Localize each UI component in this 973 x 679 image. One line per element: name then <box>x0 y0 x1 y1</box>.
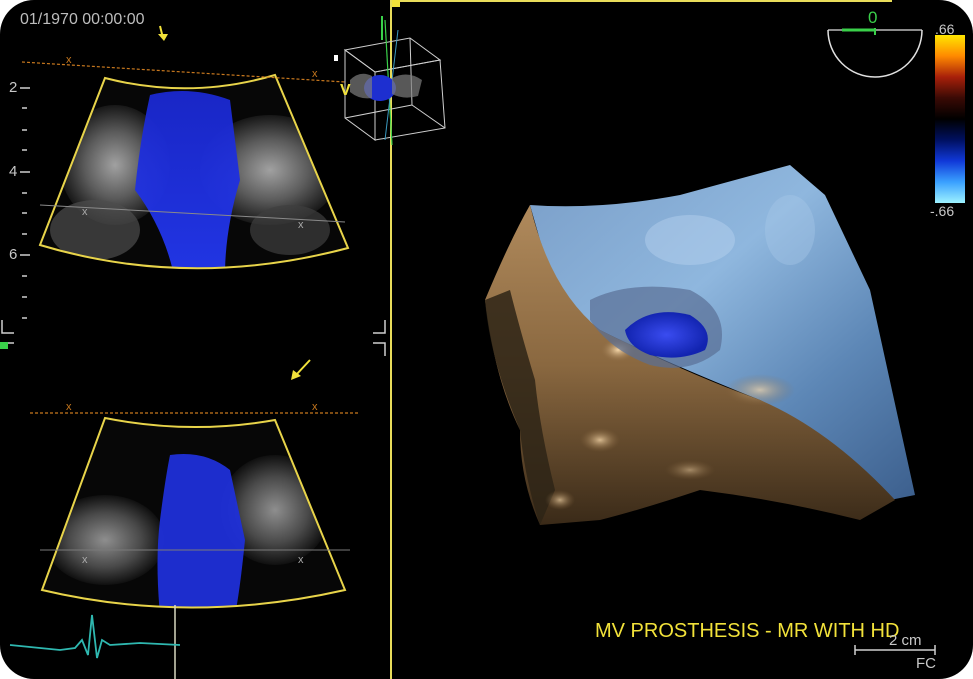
corner-text: FC <box>916 655 936 672</box>
ecg-trace-icon <box>9 614 181 659</box>
scale-bar-label: 2 cm <box>889 632 922 649</box>
ultrasound-screen: x x x x x x x x 2 4 6 01/1970 00:00:00 V… <box>0 0 973 679</box>
